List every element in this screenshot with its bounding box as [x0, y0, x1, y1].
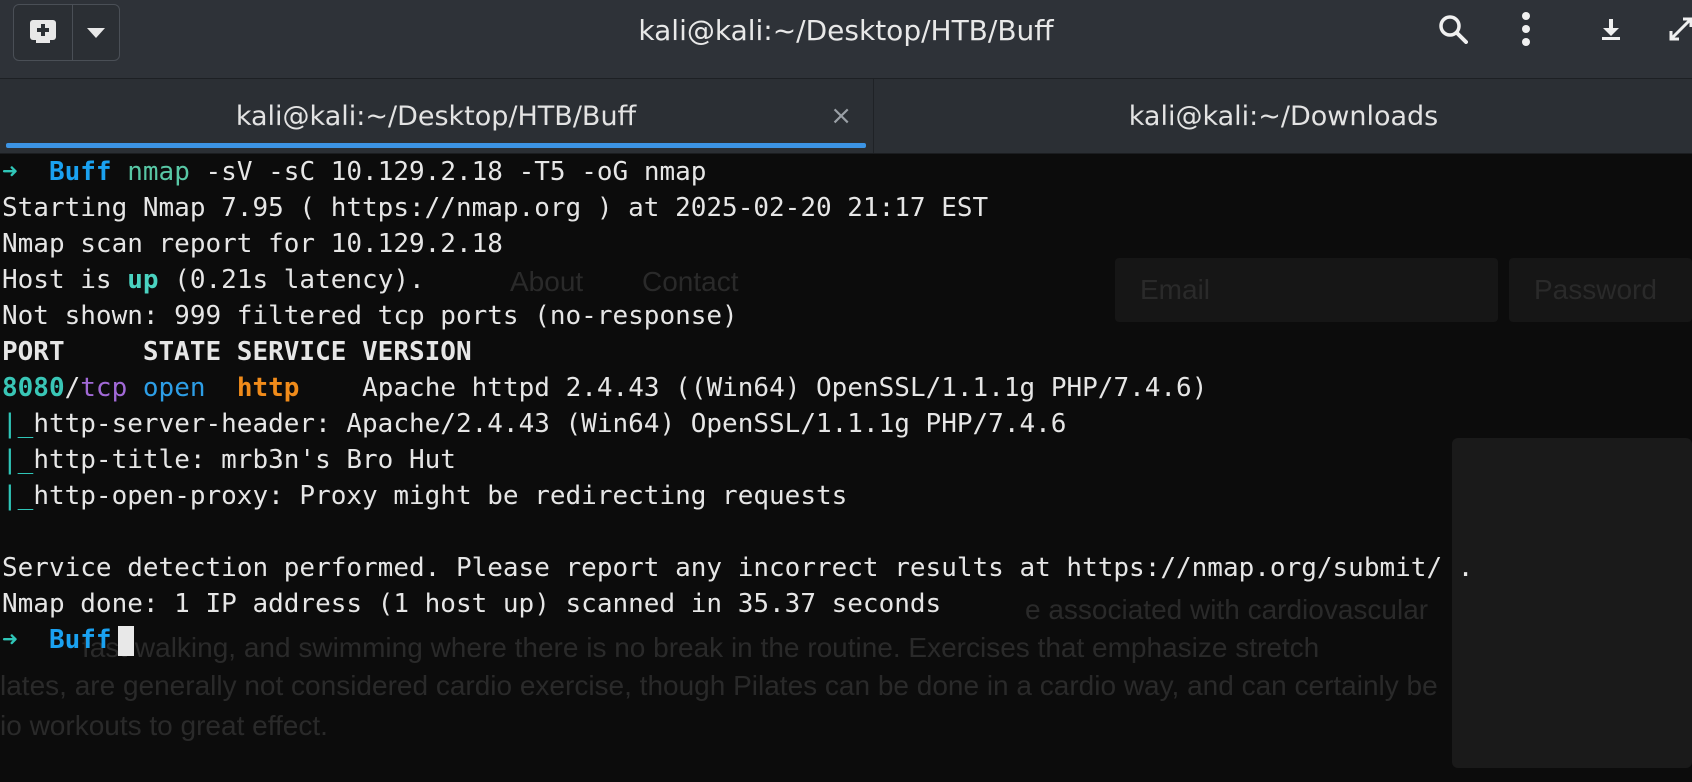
output-line: Not shown: 999 filtered tcp ports (no-re…	[2, 301, 738, 331]
maximize-button[interactable]	[1664, 14, 1692, 48]
ghost-paragraph-line: lates, are generally not considered card…	[0, 670, 1438, 701]
host-latency: (0.21s latency).	[158, 265, 425, 295]
active-tab-indicator	[6, 143, 866, 148]
script-output: http-open-proxy: Proxy might be redirect…	[33, 481, 848, 511]
header-bar: kali@kali:~/Desktop/HTB/Buff	[0, 0, 1692, 79]
port-number: 8080	[2, 373, 65, 403]
prompt-arrow: ➜	[2, 625, 18, 655]
text-cursor	[117, 625, 134, 656]
port-version: Apache httpd 2.4.43 ((Win64) OpenSSL/1.1…	[299, 373, 1208, 403]
tab-desktop-htb-buff[interactable]: kali@kali:~/Desktop/HTB/Buff ×	[0, 79, 872, 153]
script-output: http-title: mrb3n's Bro Hut	[33, 445, 456, 475]
tab-label: kali@kali:~/Downloads	[1128, 100, 1439, 132]
ghost-photo	[1452, 438, 1692, 768]
port-state: open	[142, 373, 206, 403]
script-line: |_http-server-header: Apache/2.4.43 (Win…	[2, 406, 1473, 442]
close-icon[interactable]: ×	[830, 101, 852, 131]
script-output: http-server-header: Apache/2.4.43 (Win64…	[33, 409, 1067, 439]
port-service: http	[236, 373, 300, 403]
fullscreen-icon	[1668, 16, 1692, 46]
terminal-output: ➜ Buff nmap -sV -sC 10.129.2.18 -T5 -oG …	[2, 154, 1473, 658]
port-table-header: PORT STATE SERVICE VERSION	[2, 337, 472, 367]
port-slash: /	[64, 373, 81, 403]
output-line: Nmap scan report for 10.129.2.18	[2, 229, 503, 259]
menu-button[interactable]	[1509, 12, 1543, 50]
script-line: |_http-title: mrb3n's Bro Hut	[2, 442, 1473, 478]
ghost-password-placeholder: Password	[1534, 274, 1657, 305]
prompt-dir: Buff	[48, 625, 112, 655]
output-line: Nmap done: 1 IP address (1 host up) scan…	[2, 589, 942, 619]
script-pipe: |_	[2, 445, 34, 475]
tab-downloads[interactable]: kali@kali:~/Downloads	[873, 79, 1692, 153]
host-status: up	[127, 265, 159, 295]
command-line: ➜ Buff nmap -sV -sC 10.129.2.18 -T5 -oG …	[2, 154, 1473, 190]
script-line: |_http-open-proxy: Proxy might be redire…	[2, 478, 1473, 514]
command-name: nmap	[127, 157, 190, 187]
output-line: Host is up (0.21s latency).	[2, 262, 1473, 298]
download-icon	[1600, 17, 1622, 45]
prompt-arrow: ➜	[2, 157, 18, 187]
command-args: -sV -sC 10.129.2.18 -T5 -oG nmap	[189, 157, 707, 187]
terminal-view[interactable]: About Contact Email Password e associate…	[0, 154, 1692, 782]
tab-bar: kali@kali:~/Desktop/HTB/Buff × kali@kali…	[0, 79, 1692, 154]
kebab-menu-icon	[1521, 12, 1531, 50]
output-line: Service detection performed. Please repo…	[2, 553, 1474, 583]
prompt-dir: Buff	[48, 157, 112, 187]
tab-label: kali@kali:~/Desktop/HTB/Buff	[235, 100, 637, 132]
ghost-paragraph-line: io workouts to great effect.	[0, 710, 328, 741]
port-row: 8080/tcp open http Apache httpd 2.4.43 (…	[2, 370, 1473, 406]
prompt-line: ➜ Buff	[2, 622, 1473, 658]
search-icon	[1438, 14, 1468, 48]
host-prefix: Host is	[2, 265, 128, 295]
minimize-button[interactable]	[1594, 14, 1628, 48]
script-pipe: |_	[2, 409, 34, 439]
search-button[interactable]	[1436, 14, 1470, 48]
port-proto: tcp	[80, 373, 128, 403]
script-pipe: |_	[2, 481, 34, 511]
output-line: Starting Nmap 7.95 ( https://nmap.org ) …	[2, 193, 989, 223]
